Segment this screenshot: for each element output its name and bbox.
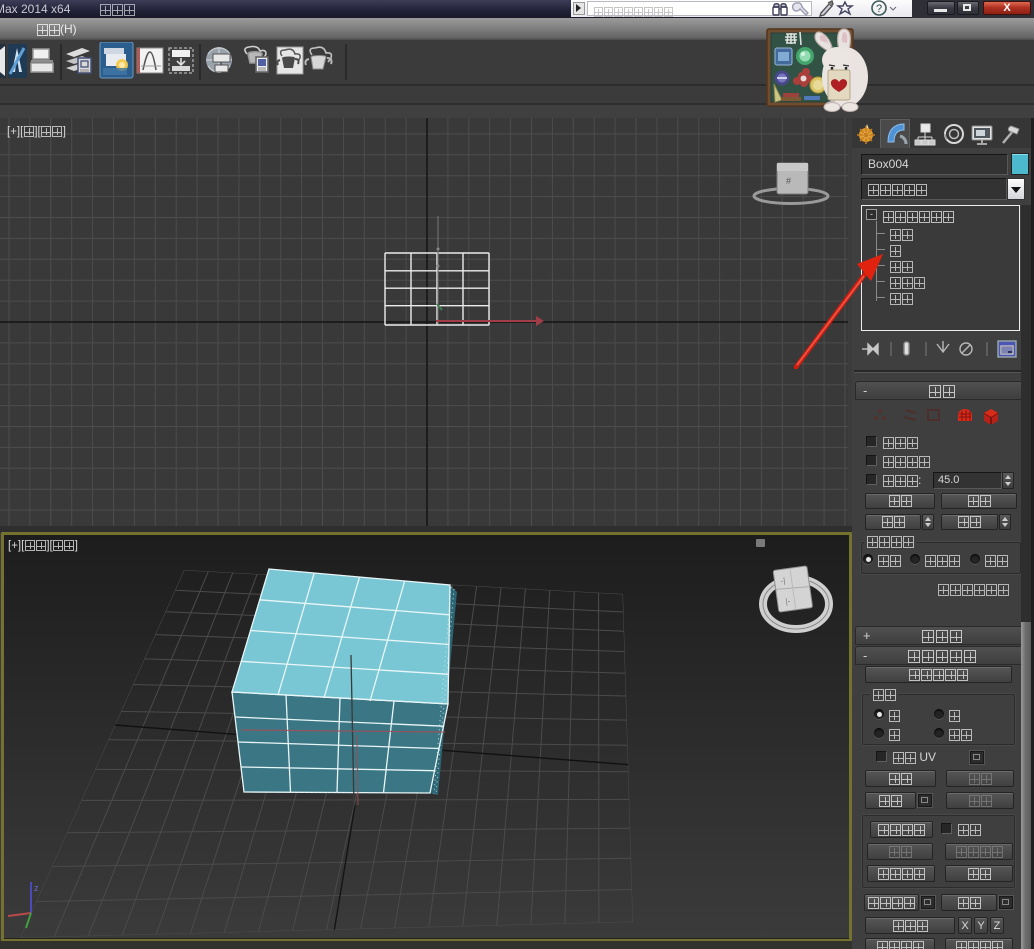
svg-text:z: z xyxy=(34,883,39,893)
svg-text:?: ? xyxy=(876,3,882,15)
svg-text:#: # xyxy=(786,176,791,186)
